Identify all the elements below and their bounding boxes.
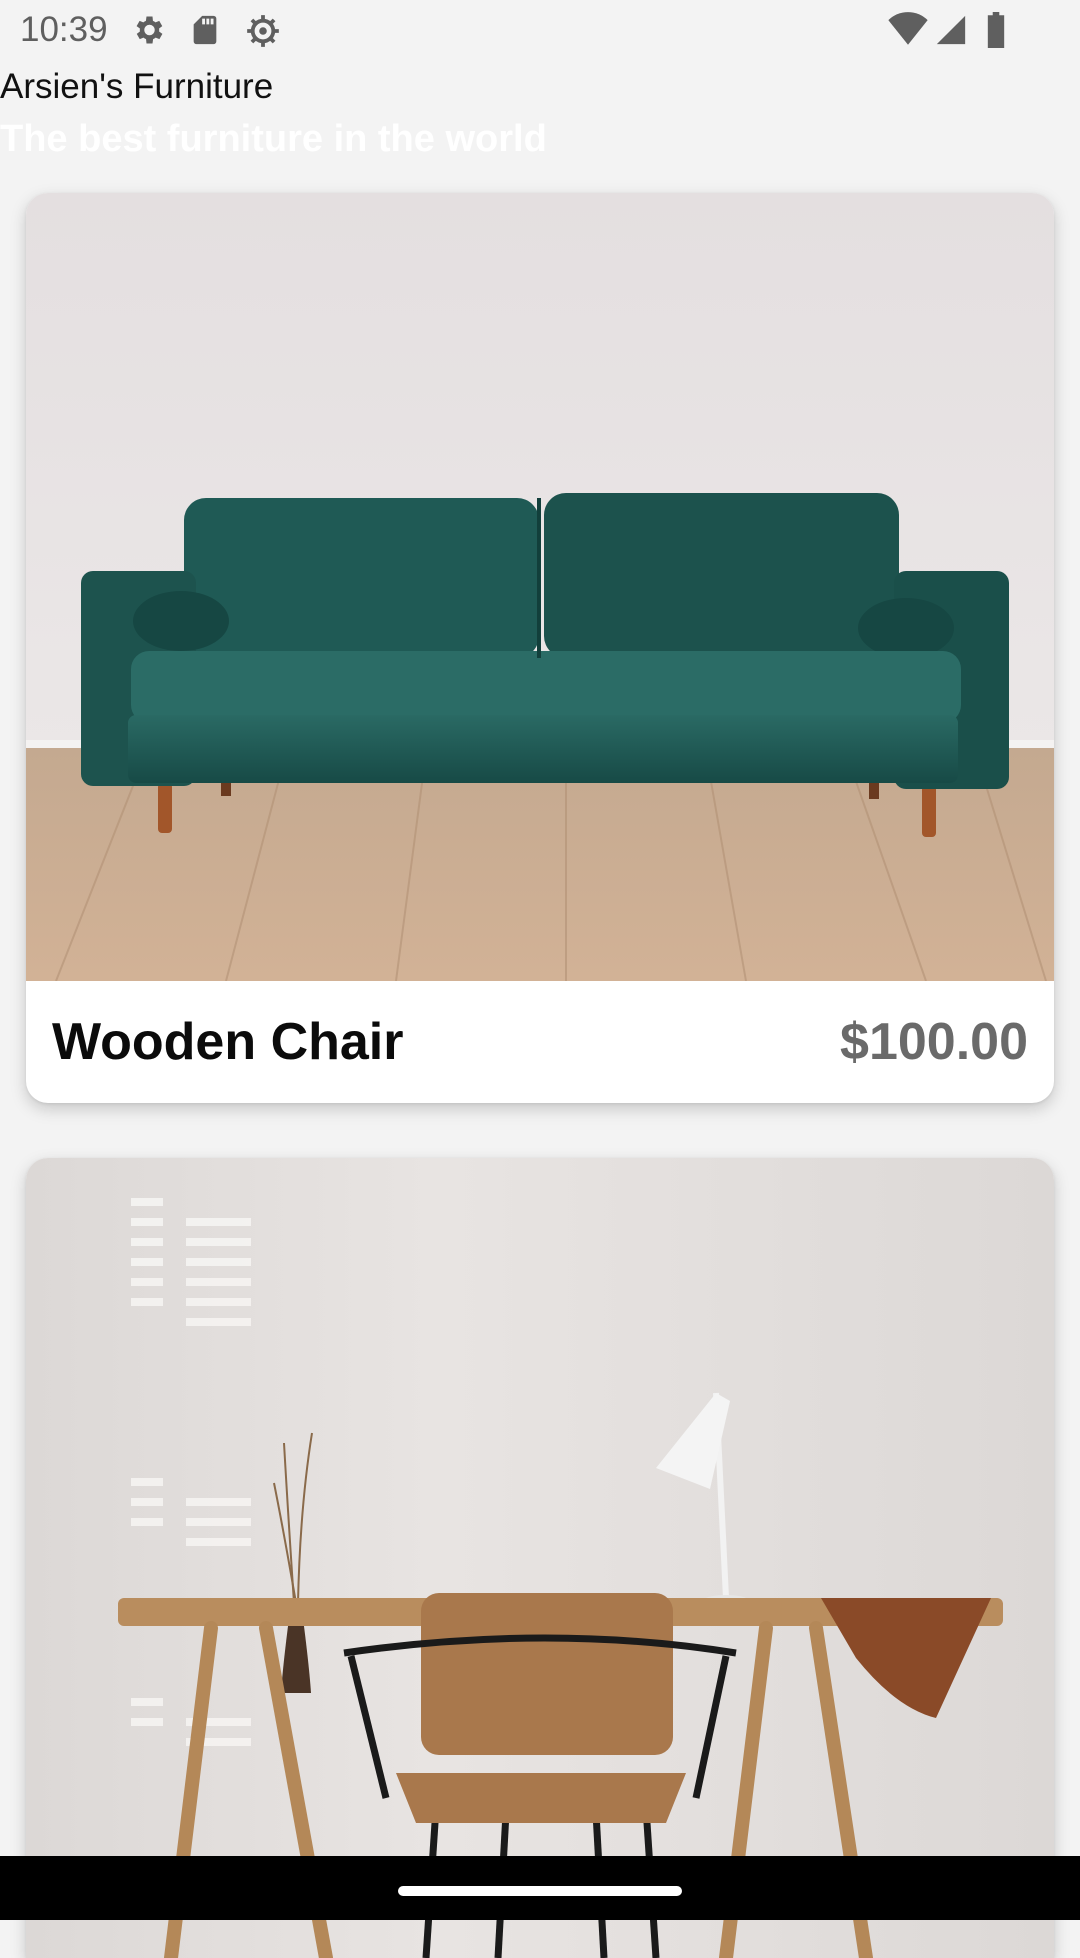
product-info: Wooden Chair $100.00: [26, 981, 1054, 1103]
gear-icon: [130, 12, 166, 53]
wifi-icon: [888, 12, 928, 53]
app-subtitle: The best furniture in the world: [0, 118, 547, 160]
sofa-image: [26, 193, 1054, 981]
status-time: 10:39: [20, 10, 108, 49]
status-bar: 10:39: [0, 0, 1080, 63]
debug-icon: [244, 12, 282, 55]
home-gesture-handle[interactable]: [398, 1886, 682, 1896]
product-name: Wooden Chair: [52, 1013, 404, 1071]
signal-icon: [934, 12, 968, 53]
product-card[interactable]: [26, 1158, 1054, 1958]
product-price: $100.00: [840, 1013, 1028, 1071]
app-title: Arsien's Furniture: [0, 67, 274, 106]
desk-image: [26, 1158, 1054, 1958]
product-card[interactable]: Wooden Chair $100.00: [26, 193, 1054, 1103]
navigation-bar: [0, 1856, 1080, 1920]
battery-icon: [984, 12, 1008, 53]
sd-card-icon: [188, 12, 222, 53]
